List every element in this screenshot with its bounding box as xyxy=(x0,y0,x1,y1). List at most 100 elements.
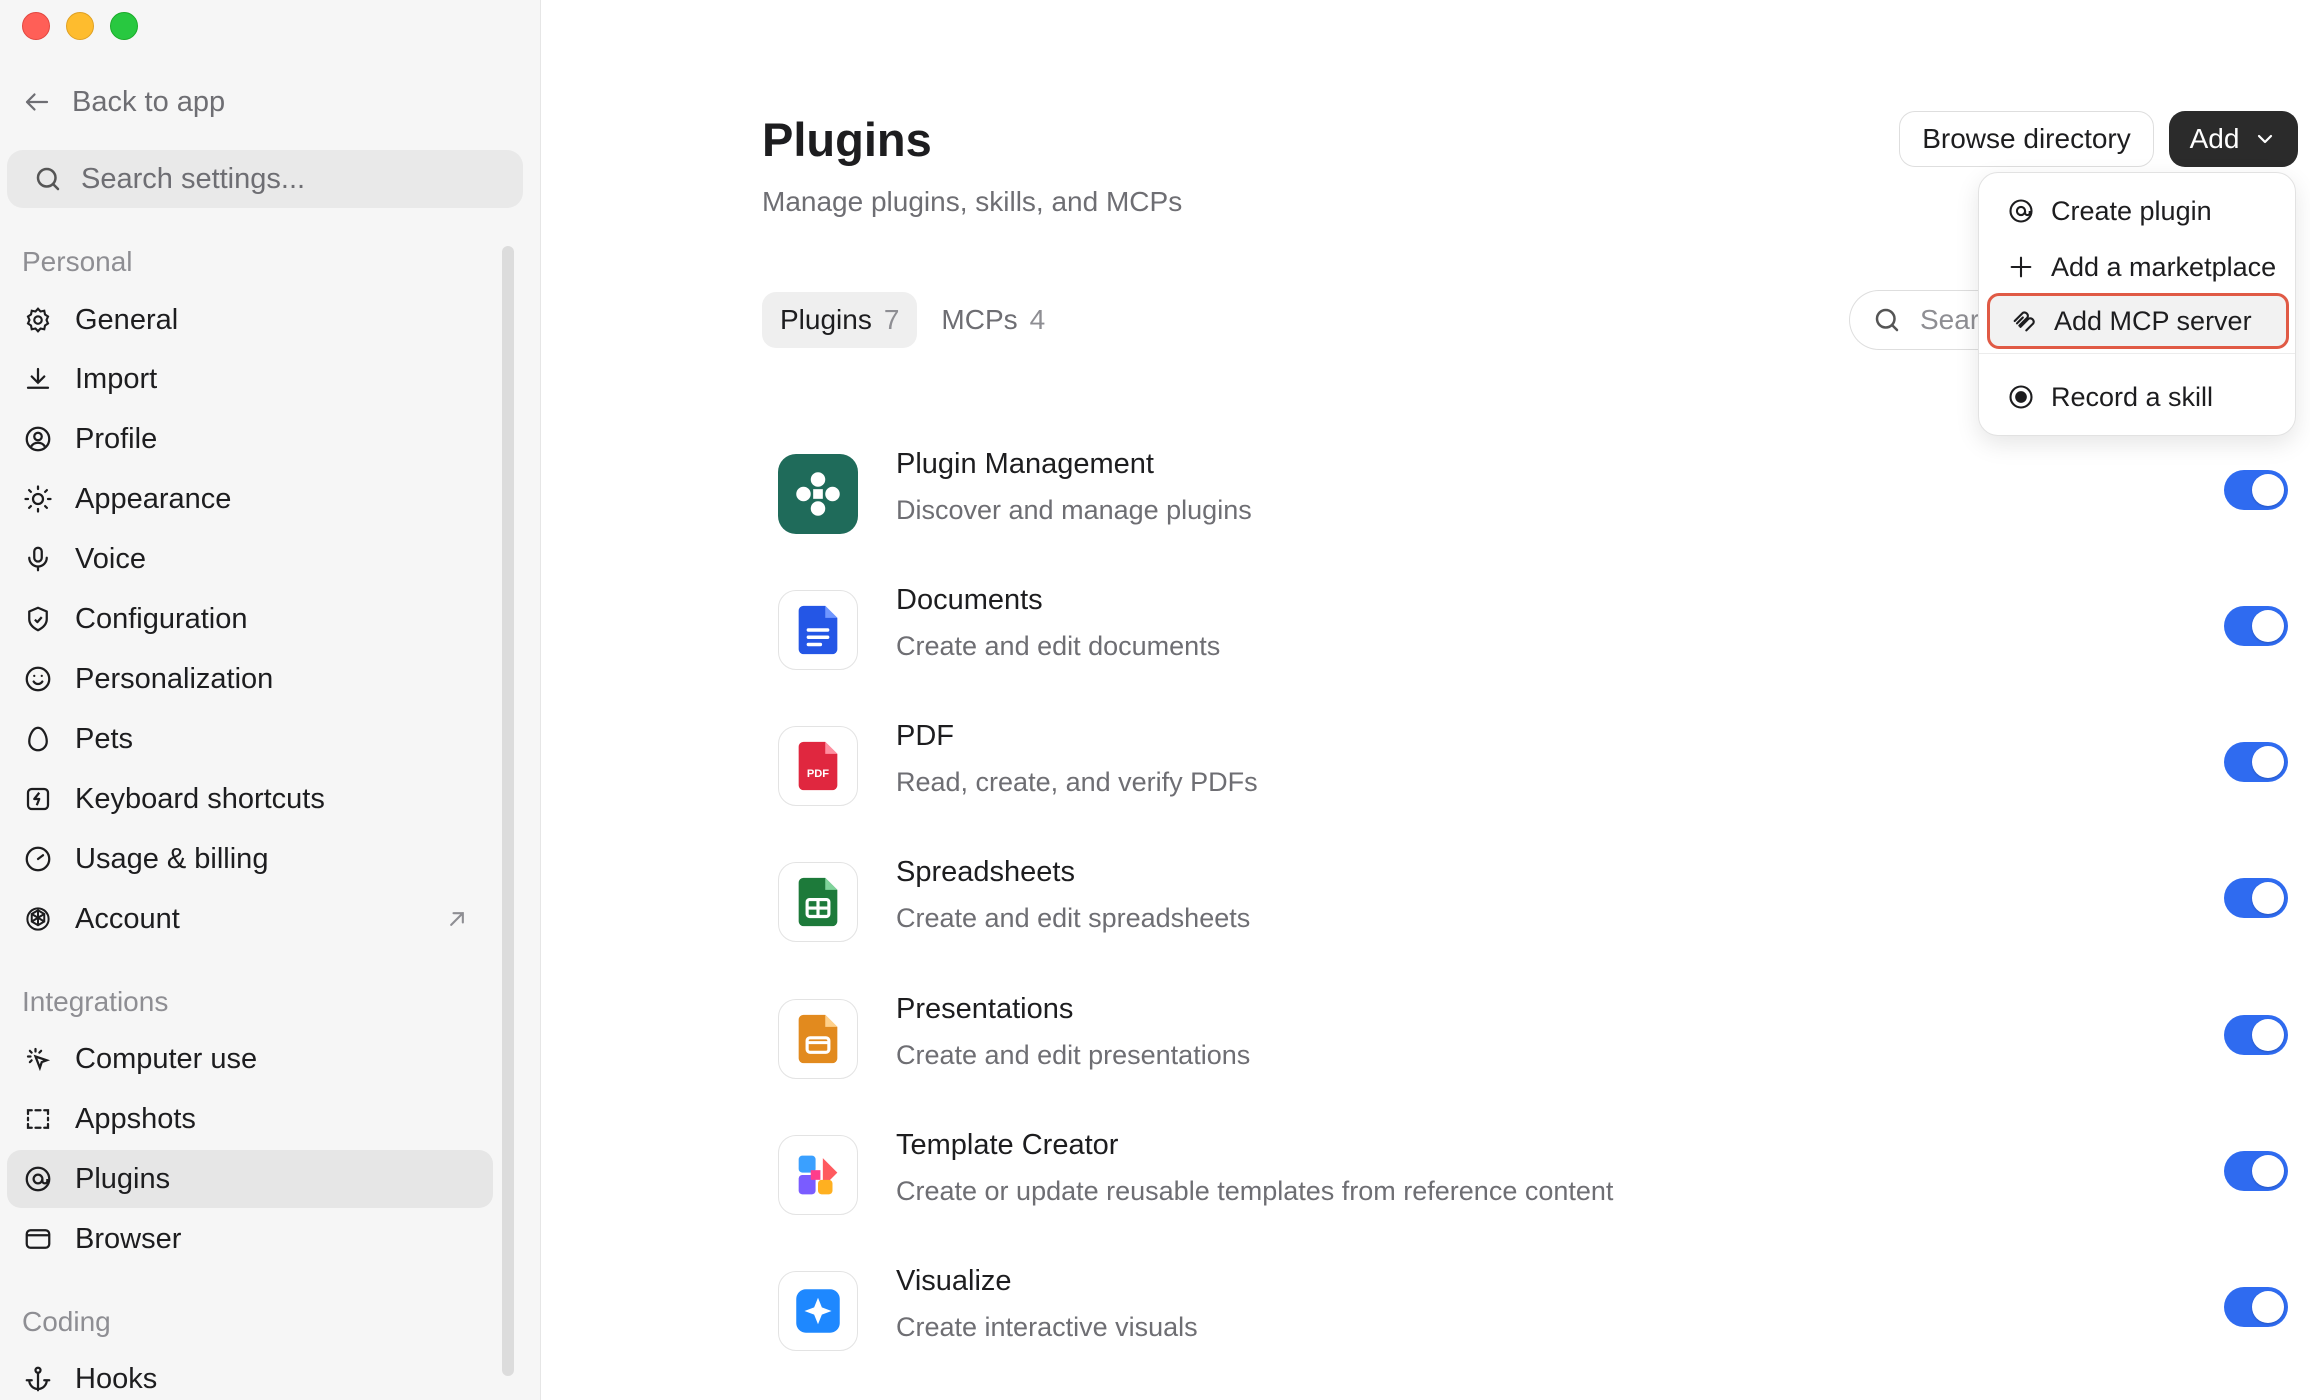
microphone-icon xyxy=(23,544,53,574)
page-title: Plugins xyxy=(762,113,932,166)
plugin-description: Create or update reusable templates from… xyxy=(896,1176,1614,1206)
documents-icon xyxy=(778,590,858,670)
toggle-knob xyxy=(2252,1019,2284,1051)
anchor-icon xyxy=(23,1364,53,1394)
page-subtitle: Manage plugins, skills, and MCPs xyxy=(762,186,1183,217)
plugin-at-icon xyxy=(2009,199,2033,223)
plugin-search[interactable] xyxy=(1849,290,1989,350)
plugin-row-template-creator: Template Creator Create or update reusab… xyxy=(778,1129,2288,1219)
sidebar-item-import[interactable]: Import xyxy=(7,350,493,408)
plugin-row-pdf: PDF PDF Read, create, and verify PDFs xyxy=(778,720,2288,810)
sidebar-item-hooks[interactable]: Hooks xyxy=(7,1350,493,1400)
lightning-box-icon xyxy=(23,784,53,814)
search-icon xyxy=(1875,308,1899,332)
toggle-knob xyxy=(2252,746,2284,778)
sidebar-item-profile[interactable]: Profile xyxy=(7,410,493,468)
menu-item-record-skill[interactable]: Record a skill xyxy=(1987,369,2289,425)
section-personal: Personal xyxy=(22,246,133,277)
plugin-row-presentations: Presentations Create and edit presentati… xyxy=(778,993,2288,1083)
add-dropdown-menu: Create plugin Add a marketplace Add MCP … xyxy=(1978,172,2296,436)
tab-plugins[interactable]: Plugins 7 xyxy=(762,292,918,348)
plugin-toggle[interactable] xyxy=(2224,1015,2288,1055)
sidebar-scrollbar[interactable] xyxy=(502,246,514,1376)
browse-directory-button[interactable]: Browse directory xyxy=(1899,111,2154,167)
plugin-tabs: Plugins 7 MCPs 4 xyxy=(762,292,1063,348)
sidebar-item-keyboard-shortcuts[interactable]: Keyboard shortcuts xyxy=(7,770,493,828)
plugin-description: Create and edit presentations xyxy=(896,1040,1251,1070)
menu-divider xyxy=(1979,353,2295,354)
external-link-icon xyxy=(450,912,464,926)
zoom-window-button[interactable] xyxy=(110,12,138,40)
plugin-toggle[interactable] xyxy=(2224,878,2288,918)
sidebar-item-label: Voice xyxy=(75,542,146,575)
plugin-toggle[interactable] xyxy=(2224,1287,2288,1327)
add-button-label: Add xyxy=(2189,123,2240,154)
search-icon xyxy=(36,167,60,191)
plugin-name: PDF xyxy=(896,720,954,752)
gear-icon xyxy=(23,305,53,335)
plugin-name: Documents xyxy=(896,584,1043,616)
sidebar-item-label: Computer use xyxy=(75,1042,258,1075)
sidebar-item-general[interactable]: General xyxy=(7,291,493,349)
sidebar-item-pets[interactable]: Pets xyxy=(7,710,493,768)
section-coding: Coding xyxy=(22,1306,111,1337)
sidebar-item-personalization[interactable]: Personalization xyxy=(7,650,493,708)
arrow-left-icon xyxy=(25,93,49,111)
plugin-toggle[interactable] xyxy=(2224,606,2288,646)
menu-item-add-marketplace[interactable]: Add a marketplace xyxy=(1987,239,2289,295)
close-window-button[interactable] xyxy=(22,12,50,40)
plugin-toggle[interactable] xyxy=(2224,742,2288,782)
toggle-knob xyxy=(2252,474,2284,506)
sidebar-item-configuration[interactable]: Configuration xyxy=(7,590,493,648)
plugin-row-documents: Documents Create and edit documents xyxy=(778,584,2288,674)
window-controls xyxy=(22,12,138,40)
add-button[interactable]: Add xyxy=(2169,111,2298,167)
pdf-icon-label: PDF xyxy=(807,768,829,780)
plugin-at-icon xyxy=(23,1164,53,1194)
user-circle-icon xyxy=(23,424,53,454)
toggle-knob xyxy=(2252,882,2284,914)
menu-item-create-plugin[interactable]: Create plugin xyxy=(1987,183,2289,239)
sidebar-item-browser[interactable]: Browser xyxy=(7,1210,493,1268)
tab-count: 7 xyxy=(883,304,900,335)
smile-icon xyxy=(23,664,53,694)
sidebar-item-account[interactable]: Account xyxy=(7,890,493,948)
plus-icon xyxy=(2010,256,2032,278)
sidebar-item-label: Plugins xyxy=(75,1162,171,1195)
sidebar-item-appshots[interactable]: Appshots xyxy=(7,1090,493,1148)
plugin-row-plugin-management: Plugin Management Discover and manage pl… xyxy=(778,448,2288,538)
sun-icon xyxy=(23,484,53,514)
download-icon xyxy=(23,364,53,394)
gauge-icon xyxy=(23,844,53,874)
shield-icon xyxy=(23,604,53,634)
toggle-knob xyxy=(2252,1291,2284,1323)
sidebar-item-computer-use[interactable]: Computer use xyxy=(7,1030,493,1088)
settings-search[interactable] xyxy=(7,150,523,208)
plugin-toggle[interactable] xyxy=(2224,470,2288,510)
sidebar-item-usage-billing[interactable]: Usage & billing xyxy=(7,830,493,888)
plugin-name: Plugin Management xyxy=(896,448,1154,480)
sidebar-item-label: Import xyxy=(75,362,158,395)
settings-search-input[interactable] xyxy=(81,162,501,196)
visualize-icon xyxy=(778,1271,858,1351)
sidebar-item-label: Configuration xyxy=(75,602,248,635)
cursor-click-icon xyxy=(23,1044,53,1074)
sidebar-item-label: Account xyxy=(75,902,180,935)
sidebar-item-appearance[interactable]: Appearance xyxy=(7,470,493,528)
plugin-management-icon xyxy=(778,454,858,534)
sidebar-item-label: Personalization xyxy=(75,662,274,695)
spreadsheets-icon xyxy=(778,862,858,942)
menu-item-add-mcp-server[interactable]: Add MCP server xyxy=(1987,293,2289,349)
back-to-app-link[interactable]: Back to app xyxy=(22,82,225,122)
sidebar-item-plugins[interactable]: Plugins xyxy=(7,1150,493,1208)
sidebar-item-voice[interactable]: Voice xyxy=(7,530,493,588)
sidebar: Back to app Personal General Import Prof… xyxy=(0,0,541,1400)
tab-mcps[interactable]: MCPs 4 xyxy=(923,292,1063,348)
sidebar-item-label: Keyboard shortcuts xyxy=(75,782,325,815)
tab-label: Plugins xyxy=(780,304,872,335)
template-creator-icon xyxy=(778,1135,858,1215)
knot-logo-icon xyxy=(23,904,53,934)
plugin-toggle[interactable] xyxy=(2224,1151,2288,1191)
menu-item-label: Add MCP server xyxy=(2054,305,2252,336)
minimize-window-button[interactable] xyxy=(66,12,94,40)
